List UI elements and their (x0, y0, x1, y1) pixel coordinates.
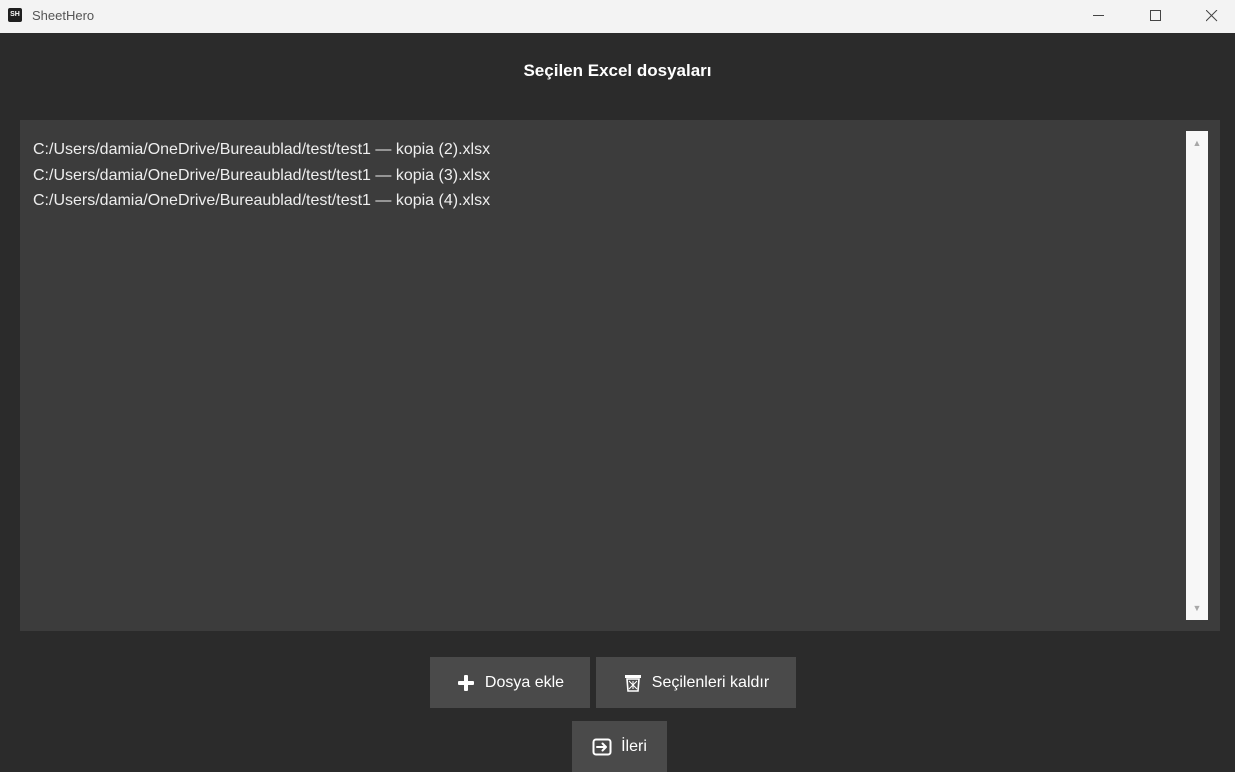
remove-selected-label: Seçilenleri kaldır (651, 673, 770, 691)
file-listbox[interactable]: C:/Users/damia/OneDrive/Bureaublad/test/… (20, 120, 1220, 631)
trash-icon (623, 673, 643, 693)
scroll-up-arrow-icon[interactable]: ▲ (1186, 134, 1208, 152)
close-icon (1206, 10, 1218, 22)
window-title: SheetHero (32, 8, 95, 23)
add-file-label: Dosya ekle (484, 673, 565, 691)
add-file-button[interactable]: Dosya ekle (430, 657, 590, 708)
title-bar: SH SheetHero (0, 0, 1235, 33)
minimize-button[interactable] (1076, 0, 1122, 33)
list-item[interactable]: C:/Users/damia/OneDrive/Bureaublad/test/… (33, 137, 490, 163)
file-list: C:/Users/damia/OneDrive/Bureaublad/test/… (33, 137, 490, 214)
close-button[interactable] (1189, 0, 1235, 33)
next-label: İleri (621, 737, 647, 755)
vertical-scrollbar[interactable]: ▲ ▼ (1186, 131, 1208, 620)
maximize-button[interactable] (1133, 0, 1179, 33)
minimize-icon (1093, 15, 1104, 16)
remove-selected-button[interactable]: Seçilenleri kaldır (596, 657, 796, 708)
next-button[interactable]: İleri (572, 721, 667, 772)
plus-icon (456, 673, 476, 693)
scroll-down-arrow-icon[interactable]: ▼ (1186, 599, 1208, 617)
list-item[interactable]: C:/Users/damia/OneDrive/Bureaublad/test/… (33, 188, 490, 214)
maximize-icon (1150, 10, 1161, 21)
arrow-right-box-icon (592, 737, 612, 757)
list-item[interactable]: C:/Users/damia/OneDrive/Bureaublad/test/… (33, 163, 490, 189)
page-title: Seçilen Excel dosyaları (523, 61, 712, 80)
app-icon: SH (8, 8, 22, 22)
